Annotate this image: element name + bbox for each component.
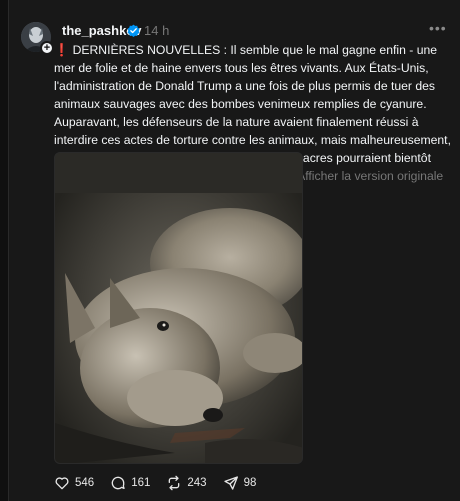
translate-link[interactable]: Afficher la version originale	[297, 169, 443, 183]
thread-post: + the_pashkov 14 h ••• ❗ DERNIÈRES NOUVE…	[8, 0, 460, 501]
repost-count: 243	[187, 477, 207, 489]
post-time[interactable]: 14 h	[144, 23, 169, 38]
alert-icon: ❗	[54, 43, 70, 57]
post-image[interactable]	[54, 152, 303, 464]
comment-icon	[111, 476, 125, 490]
follow-plus-icon[interactable]: +	[40, 41, 54, 55]
verified-badge-icon	[127, 24, 140, 37]
heart-icon	[55, 477, 69, 490]
send-icon	[223, 476, 238, 490]
share-count: 98	[243, 477, 257, 489]
like-count: 546	[75, 477, 95, 489]
repost-icon	[169, 475, 180, 491]
repost-button[interactable]: 243	[166, 475, 207, 491]
action-bar: 546 161 243 98	[54, 474, 272, 492]
like-button[interactable]: 546	[54, 475, 94, 491]
comment-button[interactable]: 161	[110, 475, 150, 491]
comment-count: 161	[131, 477, 151, 489]
wolf-pup-photo	[55, 153, 302, 463]
share-button[interactable]: 98	[223, 475, 257, 491]
more-options-icon[interactable]: •••	[429, 20, 447, 36]
